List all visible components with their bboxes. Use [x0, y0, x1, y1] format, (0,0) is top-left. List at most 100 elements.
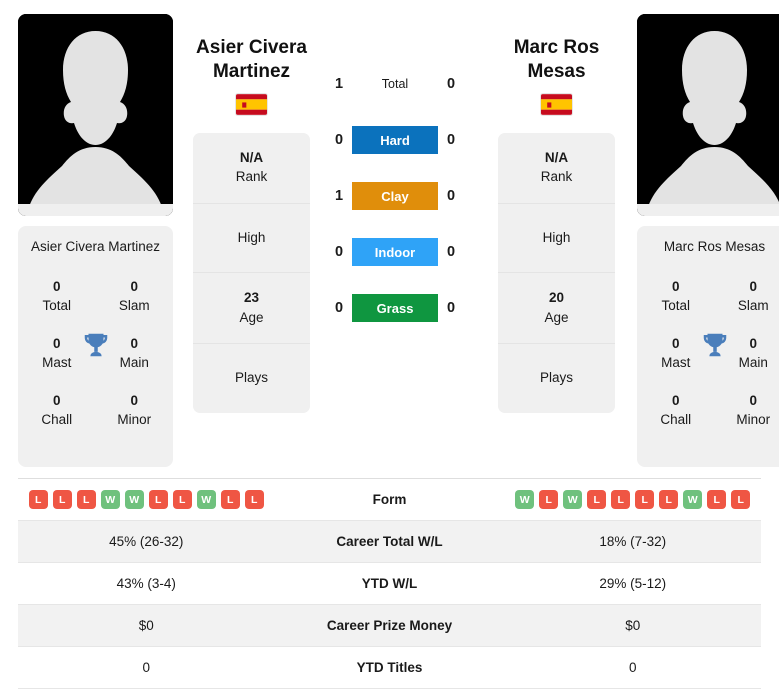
h2h-row-clay: 1 Clay 0	[320, 182, 470, 210]
right-player-info-column: Marc Ros Mesas N/A Rank High 20 Age Play…	[494, 14, 619, 413]
h2h-total-label: Total	[381, 77, 409, 91]
form-badge-loss: L	[635, 490, 655, 509]
left-titles-chall: 0 Chall	[41, 392, 73, 428]
row-label-career-total-wl: Career Total W/L	[336, 534, 443, 549]
h2h-hard-bar[interactable]: Hard	[352, 126, 438, 154]
left-form-cell: LLLWWLLWLL	[18, 490, 275, 509]
player-silhouette-icon	[18, 14, 173, 216]
form-badge-loss: L	[731, 490, 751, 509]
right-titles-total: 0 Total	[661, 278, 691, 314]
left-player-media-column: Asier Civera Martinez 0 Total 0 Slam 0 M…	[18, 14, 173, 467]
table-row-form: LLLWWLLWLL Form WLWLLLLWLL	[18, 479, 761, 521]
player-comparison-page: Asier Civera Martinez 0 Total 0 Slam 0 M…	[0, 0, 779, 699]
table-row-career-total-wl: 45% (26-32) Career Total W/L 18% (7-32)	[18, 521, 761, 563]
form-badge-loss: L	[172, 490, 192, 509]
h2h-row-indoor: 0 Indoor 0	[320, 238, 470, 266]
form-badge-win: W	[515, 490, 535, 509]
right-career-prize-money: $0	[625, 618, 641, 633]
h2h-clay-right-score: 0	[446, 188, 456, 204]
form-badge-win: W	[100, 490, 120, 509]
right-titles-chall: 0 Chall	[660, 392, 692, 428]
comparison-header: Asier Civera Martinez 0 Total 0 Slam 0 M…	[0, 0, 779, 470]
h2h-indoor-bar[interactable]: Indoor	[352, 238, 438, 266]
left-form-strip: LLLWWLLWLL	[28, 490, 264, 509]
right-titles-slam: 0 Slam	[737, 278, 769, 314]
trophy-icon	[84, 333, 107, 356]
h2h-row-grass: 0 Grass 0	[320, 294, 470, 322]
left-info-age: 23 Age	[193, 273, 310, 345]
left-ytd-titles: 0	[142, 660, 150, 675]
h2h-hard-right-score: 0	[446, 132, 456, 148]
h2h-grass-bar[interactable]: Grass	[352, 294, 438, 322]
form-badge-win: W	[683, 490, 703, 509]
right-player-name: Marc Ros Mesas	[513, 37, 600, 83]
left-player-info-card: N/A Rank High 23 Age Plays	[193, 132, 310, 413]
right-form-cell: WLWLLLLWLL	[505, 490, 762, 509]
right-player-info-card: N/A Rank High 20 Age Plays	[498, 132, 615, 413]
h2h-total-left-score: 1	[334, 76, 344, 92]
head-to-head-surface-column: 1 Total 0 0 Hard 0 1 Clay 0 0 Indoor 0 0	[320, 14, 470, 350]
form-badge-loss: L	[220, 490, 240, 509]
left-titles-slam: 0 Slam	[118, 278, 150, 314]
left-career-total-wl: 45% (26-32)	[109, 534, 184, 549]
left-titles-total: 0 Total	[42, 278, 72, 314]
h2h-clay-left-score: 1	[334, 188, 344, 204]
trophy-icon	[703, 333, 726, 356]
right-player-media-column: Marc Ros Mesas 0 Total 0 Slam 0 Mast 0 M…	[637, 14, 779, 467]
form-badge-win: W	[124, 490, 144, 509]
form-badge-win: W	[563, 490, 583, 509]
form-badge-loss: L	[148, 490, 168, 509]
spain-flag-icon	[236, 93, 267, 115]
row-label-ytd-wl: YTD W/L	[361, 576, 418, 591]
form-badge-win: W	[196, 490, 216, 509]
h2h-grass-left-score: 0	[334, 300, 344, 316]
spain-flag-icon	[541, 93, 572, 115]
left-player-info-column: Asier Civera Martinez N/A Rank High 23 A…	[189, 14, 314, 413]
right-form-strip: WLWLLLLWLL	[515, 490, 751, 509]
h2h-hard-left-score: 0	[334, 132, 344, 148]
left-info-rank: N/A Rank	[193, 133, 310, 204]
right-info-plays: Plays	[539, 370, 573, 386]
left-player-titles-card: Asier Civera Martinez 0 Total 0 Slam 0 M…	[18, 226, 173, 467]
right-player-avatar	[637, 14, 779, 216]
h2h-row-hard: 0 Hard 0	[320, 126, 470, 154]
h2h-grass-right-score: 0	[446, 300, 456, 316]
right-player-titles-card: Marc Ros Mesas 0 Total 0 Slam 0 Mast 0 M…	[637, 226, 779, 467]
left-info-high: High	[193, 204, 310, 274]
left-player-avatar	[18, 14, 173, 216]
right-ytd-wl: 29% (5-12)	[599, 576, 667, 591]
player-silhouette-icon	[637, 14, 779, 216]
left-player-flag	[236, 93, 267, 115]
form-badge-loss: L	[659, 490, 679, 509]
h2h-clay-bar[interactable]: Clay	[352, 182, 438, 210]
h2h-total-right-score: 0	[446, 76, 456, 92]
h2h-indoor-left-score: 0	[334, 244, 344, 260]
row-label-career-prize-money: Career Prize Money	[326, 618, 453, 633]
form-badge-loss: L	[76, 490, 96, 509]
h2h-indoor-right-score: 0	[446, 244, 456, 260]
right-player-flag	[541, 93, 572, 115]
h2h-row-total: 1 Total 0	[320, 70, 470, 98]
left-titles-minor: 0 Minor	[117, 392, 152, 428]
right-career-total-wl: 18% (7-32)	[599, 534, 667, 549]
table-row-ytd-titles: 0 YTD Titles 0	[18, 647, 761, 689]
left-player-name: Asier Civera Martinez	[196, 37, 307, 83]
table-row-ytd-wl: 43% (3-4) YTD W/L 29% (5-12)	[18, 563, 761, 605]
left-ytd-wl: 43% (3-4)	[116, 576, 176, 591]
right-info-high: High	[498, 204, 615, 274]
form-badge-loss: L	[28, 490, 48, 509]
left-player-card-name: Asier Civera Martinez	[30, 239, 161, 254]
form-badge-loss: L	[707, 490, 727, 509]
left-career-prize-money: $0	[138, 618, 154, 633]
left-info-plays: Plays	[234, 370, 268, 386]
left-titles-grid: 0 Total 0 Slam 0 Mast 0 Main 0 Chall 0 M…	[18, 268, 173, 439]
form-badge-loss: L	[611, 490, 631, 509]
form-badge-loss: L	[244, 490, 264, 509]
right-info-age: 20 Age	[498, 273, 615, 345]
right-titles-grid: 0 Total 0 Slam 0 Mast 0 Main 0 Chall 0 M…	[637, 268, 779, 439]
form-badge-loss: L	[539, 490, 559, 509]
form-badge-loss: L	[52, 490, 72, 509]
right-ytd-titles: 0	[628, 660, 637, 675]
table-row-career-prize-money: $0 Career Prize Money $0	[18, 605, 761, 647]
form-badge-loss: L	[587, 490, 607, 509]
